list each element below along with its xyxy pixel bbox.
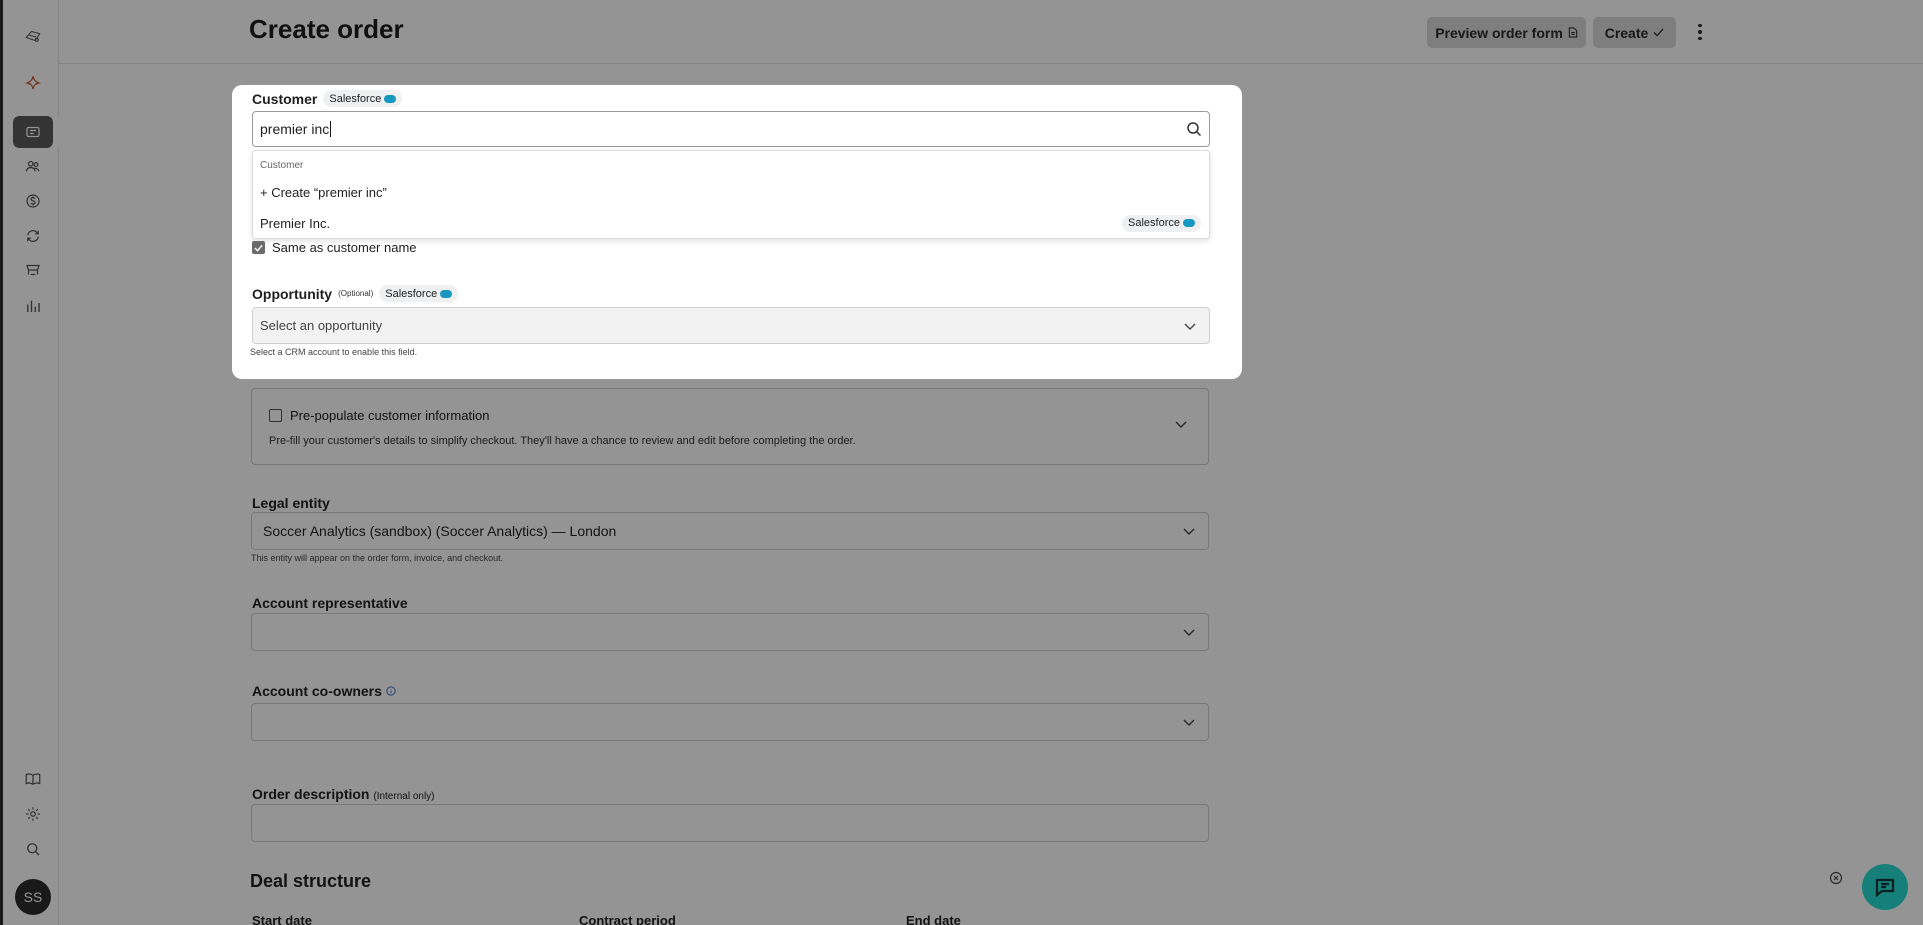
customer-modal: Customer Salesforce premier inc Customer… (232, 85, 1242, 379)
customer-dropdown: Customer + Create “premier inc” Premier … (252, 150, 1210, 239)
salesforce-cloud-icon (384, 94, 397, 103)
salesforce-cloud-icon (1183, 219, 1195, 227)
check-icon (254, 244, 263, 252)
create-customer-option[interactable]: + Create “premier inc” (253, 178, 1209, 206)
chevron-down-icon (1184, 323, 1196, 330)
dropdown-group-label: Customer (260, 160, 304, 171)
opportunity-helper: Select a CRM account to enable this fiel… (250, 347, 418, 357)
opportunity-placeholder: Select an opportunity (260, 318, 383, 333)
chat-button[interactable] (1862, 864, 1908, 910)
salesforce-badge-label: Salesforce (329, 92, 382, 105)
customer-search-value: premier inc (260, 121, 330, 137)
same-as-customer-row[interactable]: Same as customer name (252, 240, 417, 255)
customer-label-row: Customer Salesforce (252, 90, 403, 107)
opportunity-label: Opportunity (252, 285, 333, 302)
close-circle-icon[interactable] (1829, 871, 1843, 885)
opportunity-label-row: Opportunity (Optional) Salesforce (252, 285, 459, 302)
same-as-customer-checkbox[interactable] (252, 241, 265, 254)
salesforce-cloud-icon (440, 289, 453, 298)
salesforce-badge: Salesforce (379, 285, 459, 302)
search-icon[interactable] (1186, 121, 1202, 137)
same-as-customer-label: Same as customer name (272, 240, 417, 255)
opportunity-select[interactable]: Select an opportunity (252, 307, 1210, 344)
create-customer-option-label: + Create “premier inc” (260, 184, 387, 200)
salesforce-badge-label: Salesforce (385, 287, 438, 300)
salesforce-badge: Salesforce (1122, 214, 1201, 232)
text-caret (330, 121, 332, 137)
opportunity-optional: (Optional) (338, 289, 374, 298)
customer-label: Customer (252, 90, 318, 107)
salesforce-badge-label: Salesforce (1128, 217, 1180, 229)
premier-inc-option-label: Premier Inc. (260, 215, 331, 231)
chat-icon (1875, 878, 1895, 898)
premier-inc-option[interactable]: Premier Inc. Salesforce (253, 209, 1209, 237)
customer-search-input[interactable]: premier inc (252, 111, 1210, 147)
salesforce-badge: Salesforce (323, 90, 403, 107)
